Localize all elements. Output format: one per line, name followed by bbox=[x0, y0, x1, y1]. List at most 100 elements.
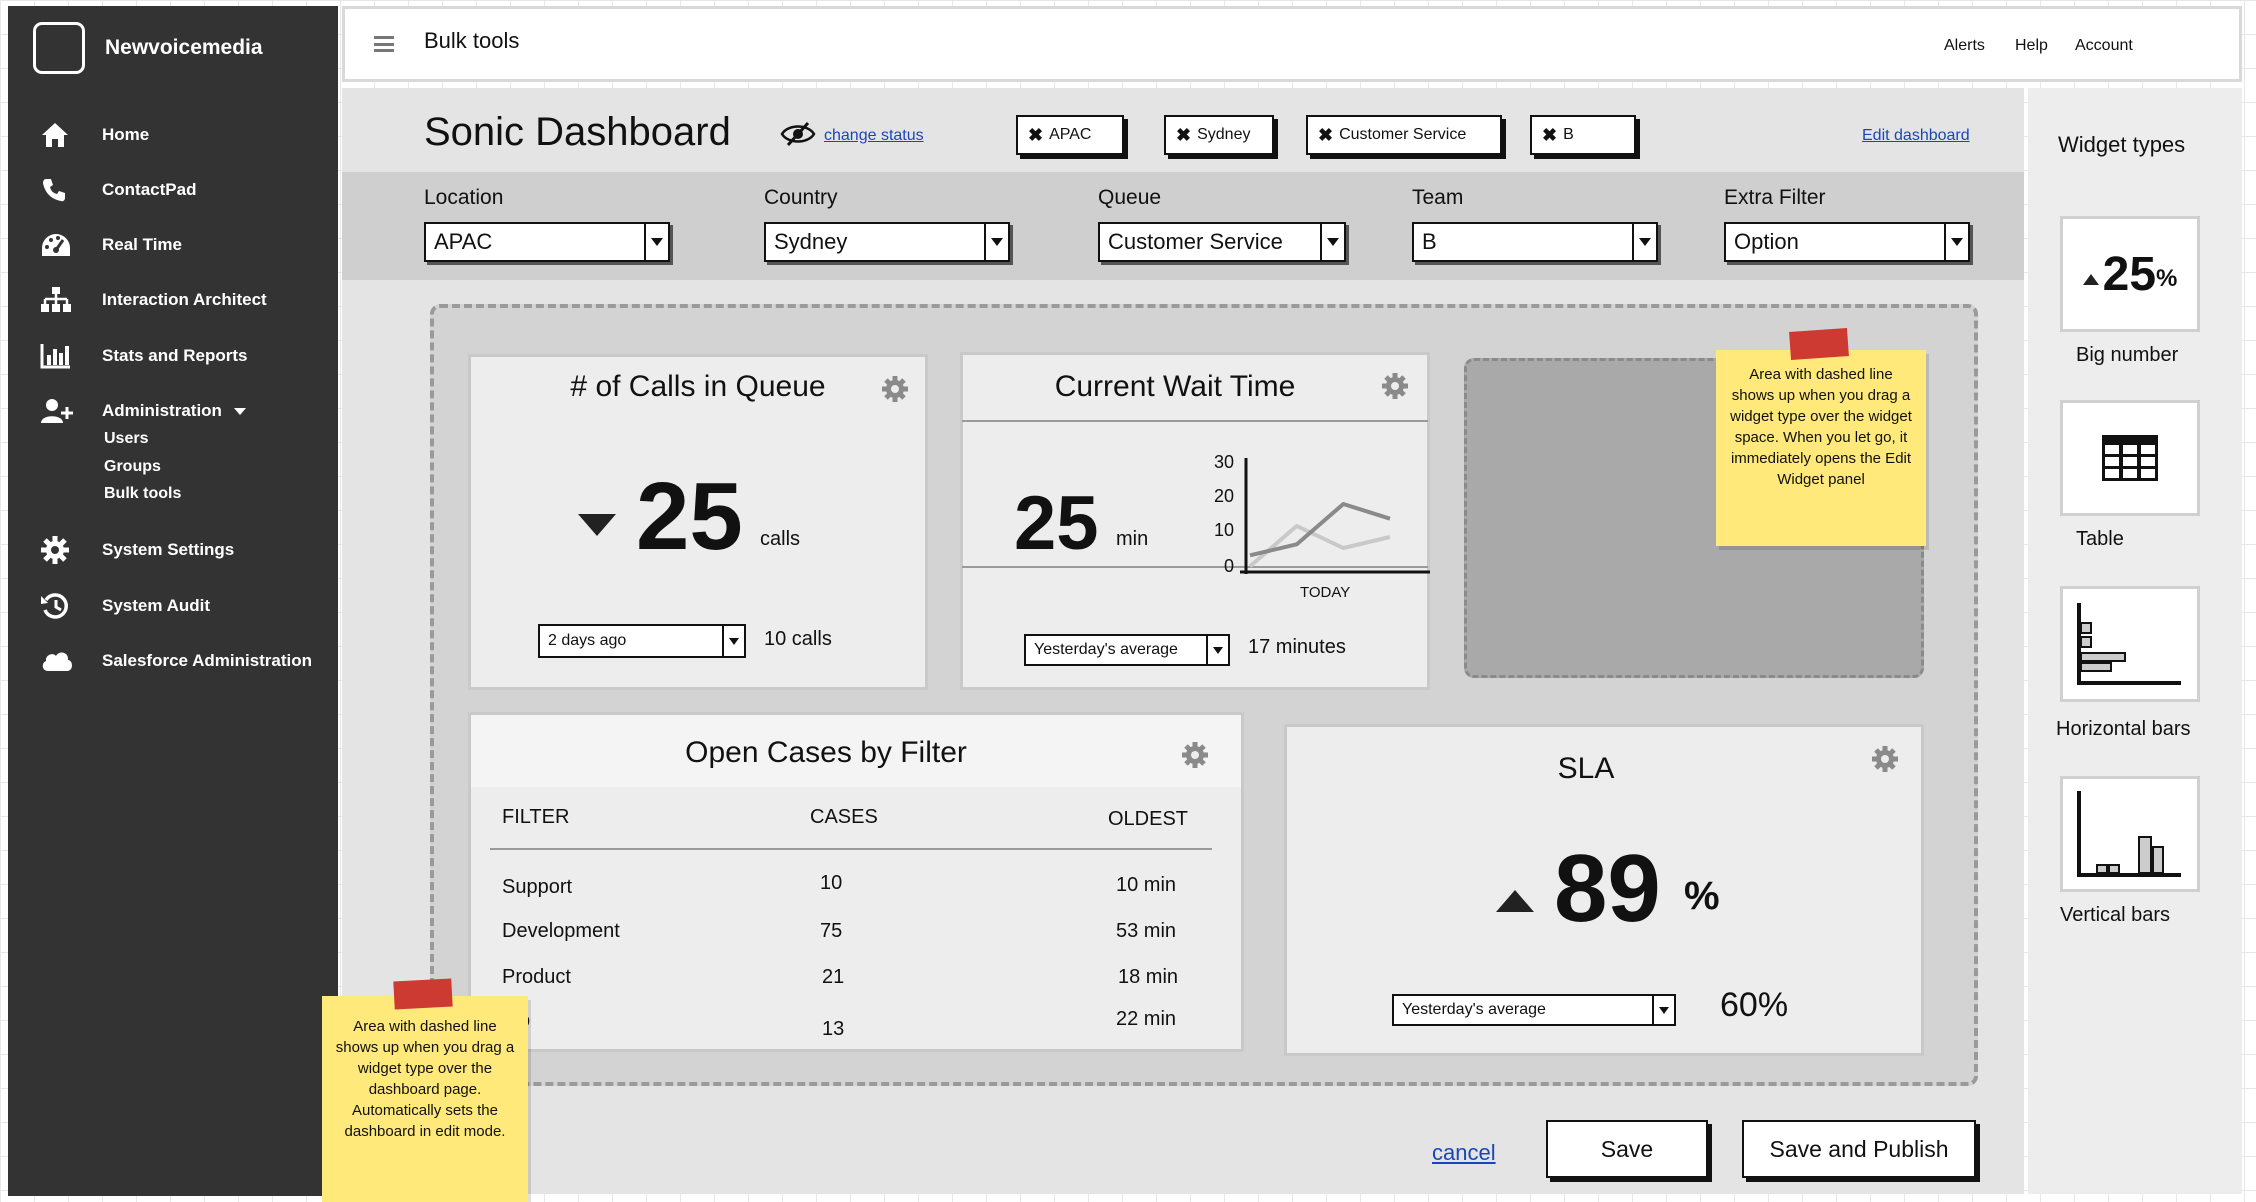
sidebar-item-system-settings[interactable]: System Settings bbox=[40, 532, 330, 568]
sidebar-item-interaction-architect[interactable]: Interaction Architect bbox=[40, 282, 330, 318]
brand-name: Newvoicemedia bbox=[105, 36, 263, 59]
close-icon[interactable]: ✖ bbox=[1542, 125, 1557, 146]
chevron-down-icon bbox=[233, 407, 246, 415]
cloud-icon bbox=[40, 648, 84, 674]
widget-type-table[interactable] bbox=[2060, 400, 2200, 516]
account-link[interactable]: Account bbox=[2075, 37, 2133, 55]
filter-chip-country[interactable]: ✖ Sydney bbox=[1164, 115, 1274, 155]
column-header-cases[interactable]: CASES bbox=[810, 806, 878, 829]
brand[interactable]: Newvoicemedia bbox=[33, 22, 263, 74]
column-header-oldest[interactable]: OLDEST bbox=[1108, 808, 1188, 831]
column-header-filter[interactable]: FILTER bbox=[502, 806, 569, 829]
country-select[interactable]: Sydney bbox=[764, 222, 1010, 262]
gear-icon[interactable] bbox=[880, 374, 910, 409]
calls-compare-select[interactable]: 2 days ago bbox=[538, 624, 746, 658]
widget-type-label: Big number bbox=[2076, 344, 2179, 366]
table-cell: 10 bbox=[820, 872, 843, 894]
widget-type-vertical-bars[interactable] bbox=[2060, 776, 2200, 892]
sidebar-item-administration[interactable]: Administration bbox=[40, 393, 330, 429]
widget-title: # of Calls in Queue bbox=[570, 370, 826, 403]
table-cell: 22 min bbox=[1116, 1008, 1177, 1030]
sticky-note-drop-zone: Area with dashed line shows up when you … bbox=[1716, 350, 1926, 546]
bar-chart-icon bbox=[40, 342, 84, 370]
horizontal-bar-chart-icon bbox=[2077, 603, 2181, 685]
chevron-down-icon bbox=[644, 224, 668, 260]
chevron-down-icon bbox=[1320, 224, 1344, 260]
gear-icon[interactable] bbox=[1180, 740, 1210, 775]
sidebar-item-stats-reports[interactable]: Stats and Reports bbox=[40, 338, 330, 374]
y-tick-label: 30 bbox=[1213, 452, 1234, 472]
save-button[interactable]: Save bbox=[1546, 1120, 1708, 1178]
sidebar-item-label: Home bbox=[102, 125, 150, 144]
sidebar-item-label: ContactPad bbox=[102, 180, 197, 199]
filter-chip-queue[interactable]: ✖ Customer Service bbox=[1306, 115, 1502, 155]
eye-slash-icon[interactable] bbox=[780, 120, 816, 153]
sidebar-item-label: Stats and Reports bbox=[102, 346, 248, 365]
gear-icon[interactable] bbox=[1380, 371, 1410, 406]
gear-icon[interactable] bbox=[1870, 744, 1900, 779]
change-status-link[interactable]: change status bbox=[824, 127, 924, 145]
edit-dashboard-link[interactable]: Edit dashboard bbox=[1862, 127, 1970, 145]
chip-label: APAC bbox=[1049, 126, 1092, 143]
chart-series-line bbox=[1248, 524, 1391, 568]
close-icon[interactable]: ✖ bbox=[1176, 125, 1191, 146]
wait-compare-select[interactable]: Yesterday's average bbox=[1024, 634, 1230, 666]
help-link[interactable]: Help bbox=[2015, 37, 2048, 55]
queue-select[interactable]: Customer Service bbox=[1098, 222, 1346, 262]
cancel-link[interactable]: cancel bbox=[1432, 1140, 1496, 1166]
select-value: APAC bbox=[434, 229, 493, 254]
hamburger-menu-icon[interactable] bbox=[374, 36, 394, 52]
wait-value: 25 bbox=[1014, 481, 1099, 566]
filter-label-country: Country bbox=[764, 186, 838, 209]
chip-label: Customer Service bbox=[1339, 126, 1467, 143]
select-value: B bbox=[1422, 229, 1437, 254]
filter-label-queue: Queue bbox=[1098, 186, 1162, 209]
select-value: 2 days ago bbox=[548, 632, 627, 649]
history-icon bbox=[40, 591, 84, 621]
filter-chip-location[interactable]: ✖ APAC bbox=[1016, 115, 1124, 155]
extra-filter-select[interactable]: Option bbox=[1724, 222, 1970, 262]
save-and-publish-button[interactable]: Save and Publish bbox=[1742, 1120, 1976, 1178]
sla-compare-value: 60% bbox=[1720, 986, 1789, 1024]
widget-title: SLA bbox=[1557, 752, 1615, 785]
trend-up-icon bbox=[1496, 890, 1534, 917]
location-select[interactable]: APAC bbox=[424, 222, 670, 262]
sidebar-item-contactpad[interactable]: ContactPad bbox=[40, 172, 330, 208]
select-value: Yesterday's average bbox=[1034, 641, 1178, 658]
widget-title: Current Wait Time bbox=[1054, 370, 1296, 403]
close-icon[interactable]: ✖ bbox=[1318, 125, 1333, 146]
select-value: Customer Service bbox=[1108, 229, 1283, 254]
sidebar-item-salesforce[interactable]: Salesforce Administration bbox=[40, 643, 330, 679]
close-icon[interactable]: ✖ bbox=[1028, 125, 1043, 146]
sidebar-item-system-audit[interactable]: System Audit bbox=[40, 588, 330, 624]
filter-label-location: Location bbox=[424, 186, 504, 209]
sla-value: 89 bbox=[1554, 835, 1661, 942]
chip-label: B bbox=[1563, 126, 1574, 143]
table-cell: 53 min bbox=[1116, 920, 1177, 942]
select-value: Sydney bbox=[774, 229, 848, 254]
sidebar-item-home[interactable]: Home bbox=[40, 117, 330, 153]
sidebar-item-label: Real Time bbox=[102, 235, 183, 254]
y-tick-label: 10 bbox=[1213, 520, 1234, 540]
sla-compare-select[interactable]: Yesterday's average bbox=[1392, 994, 1676, 1026]
team-select[interactable]: B bbox=[1412, 222, 1658, 262]
sidebar-subitem-bulk-tools[interactable]: Bulk tools bbox=[104, 485, 181, 503]
widget-type-horizontal-bars[interactable] bbox=[2060, 586, 2200, 702]
table-cell: Development bbox=[502, 920, 620, 942]
sidebar-subitem-users[interactable]: Users bbox=[104, 430, 148, 448]
tape-decoration bbox=[1789, 328, 1849, 360]
widget-title: Open Cases by Filter bbox=[685, 736, 967, 769]
divider bbox=[962, 420, 1428, 422]
table-cell: 75 bbox=[820, 920, 843, 942]
dashboard-gauge-icon bbox=[40, 231, 84, 259]
chevron-down-icon bbox=[984, 224, 1008, 260]
widget-type-label: Vertical bars bbox=[2060, 904, 2171, 926]
sidebar-item-real-time[interactable]: Real Time bbox=[40, 227, 330, 263]
sidebar-subitem-groups[interactable]: Groups bbox=[104, 458, 161, 476]
big-number-preview: 25 bbox=[2102, 247, 2157, 301]
wait-time-line-chart bbox=[1240, 458, 1430, 574]
filter-chip-team[interactable]: ✖ B bbox=[1530, 115, 1636, 155]
widget-type-big-number[interactable]: 25 % bbox=[2060, 216, 2200, 332]
table-cell: Support bbox=[502, 876, 573, 898]
alerts-link[interactable]: Alerts bbox=[1944, 37, 1985, 55]
